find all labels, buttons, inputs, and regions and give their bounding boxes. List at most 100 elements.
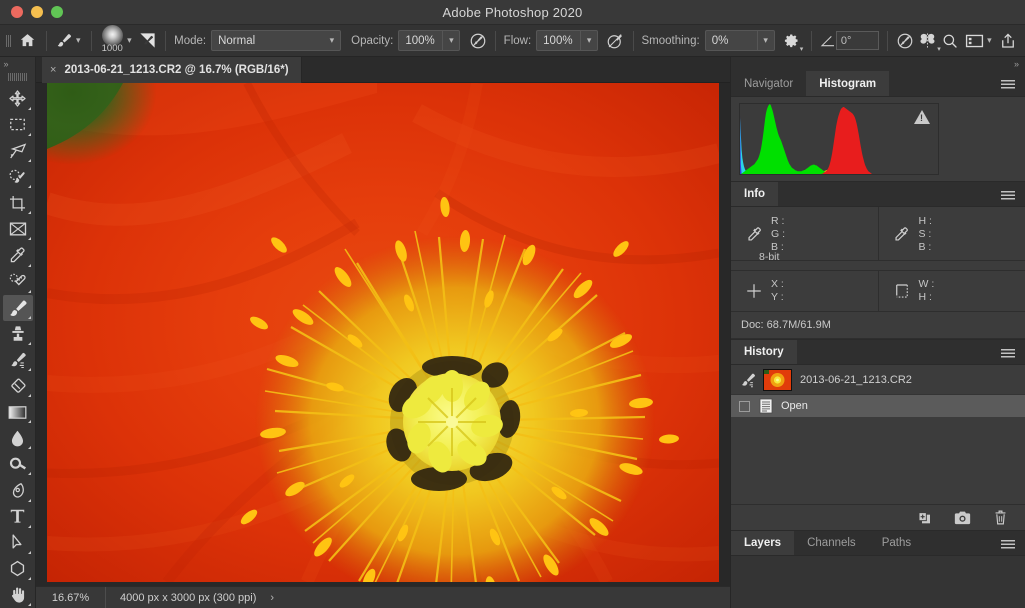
workspace-icon[interactable] bbox=[965, 29, 984, 53]
opacity-chevron-down-icon[interactable]: ▾ bbox=[442, 30, 461, 51]
zoom-level[interactable]: 16.67% bbox=[36, 586, 106, 608]
hand-tool[interactable] bbox=[3, 582, 33, 608]
history-panel-footer bbox=[731, 504, 1025, 530]
spot-healing-brush-tool[interactable] bbox=[3, 269, 33, 295]
panel-menu-icon[interactable] bbox=[999, 340, 1017, 366]
panel-menu-icon[interactable] bbox=[999, 71, 1017, 97]
tool-options-bar: ▾ 1000 ▾ Mode: Normal ▾ Opacity: 100% ▾ … bbox=[0, 24, 1025, 57]
smoothing-field[interactable]: Smoothing: 0% ▾ bbox=[642, 25, 775, 57]
gradient-tool[interactable] bbox=[3, 399, 33, 425]
shape-tool[interactable] bbox=[3, 556, 33, 582]
document-tab[interactable]: × 2013-06-21_1213.CR2 @ 16.7% (RGB/16*) bbox=[42, 57, 302, 83]
frame-tool[interactable] bbox=[3, 216, 33, 242]
tab-layers[interactable]: Layers bbox=[731, 531, 795, 555]
canvas-viewport[interactable] bbox=[36, 83, 730, 582]
rectangular-marquee-tool[interactable] bbox=[3, 112, 33, 138]
opacity-input[interactable]: 100% bbox=[398, 30, 443, 51]
crop-tool[interactable] bbox=[3, 190, 33, 216]
status-bar-chevron-right-icon[interactable]: › bbox=[270, 592, 274, 604]
panel-menu-icon[interactable] bbox=[999, 531, 1017, 557]
history-source-checkbox[interactable] bbox=[739, 400, 750, 412]
history-snapshot-thumbnail bbox=[763, 368, 792, 391]
panel-menu-icon[interactable] bbox=[999, 182, 1017, 208]
brush-settings-panel-icon[interactable] bbox=[138, 29, 157, 53]
image-canvas[interactable] bbox=[47, 83, 719, 582]
path-selection-tool[interactable] bbox=[3, 530, 33, 556]
type-tool[interactable] bbox=[3, 504, 33, 530]
butterfly-symmetry-icon[interactable]: ▾ bbox=[918, 29, 941, 53]
trash-icon[interactable] bbox=[991, 508, 1009, 528]
brush-angle-input[interactable]: 0° bbox=[835, 31, 879, 50]
history-state-open[interactable]: Open bbox=[731, 395, 1025, 417]
smoothing-label: Smoothing: bbox=[641, 34, 700, 47]
brush-preset-chevron-down-icon[interactable]: ▾ bbox=[73, 30, 83, 52]
object-selection-tool[interactable] bbox=[3, 164, 33, 190]
poppy-flower-image bbox=[47, 83, 719, 582]
eyedropper-tool[interactable] bbox=[3, 242, 33, 268]
histogram-chart bbox=[740, 104, 873, 174]
smoothing-input[interactable]: 0% bbox=[704, 30, 757, 51]
angle-icon bbox=[820, 29, 836, 53]
workspace-chevron-down-icon[interactable]: ▾ bbox=[984, 30, 994, 52]
share-icon[interactable] bbox=[998, 29, 1017, 53]
tab-info[interactable]: Info bbox=[731, 182, 779, 206]
history-brush-tool[interactable] bbox=[3, 347, 33, 373]
title-bar: Adobe Photoshop 2020 bbox=[0, 0, 1025, 25]
eraser-tool[interactable] bbox=[3, 373, 33, 399]
tab-channels[interactable]: Channels bbox=[794, 531, 869, 555]
flow-chevron-down-icon[interactable]: ▾ bbox=[580, 30, 599, 51]
blend-mode-label: Mode: bbox=[174, 34, 207, 47]
tab-paths[interactable]: Paths bbox=[868, 531, 925, 555]
pressure-for-opacity-icon[interactable] bbox=[468, 29, 487, 53]
pen-tool[interactable] bbox=[3, 477, 33, 503]
blend-mode-field[interactable]: Mode: Normal ▾ bbox=[174, 25, 342, 57]
flow-input[interactable]: 100% bbox=[536, 30, 581, 51]
smoothing-chevron-down-icon[interactable]: ▾ bbox=[756, 30, 775, 51]
opacity-value: 100% bbox=[405, 34, 435, 47]
dock-expand-icon[interactable]: » bbox=[731, 57, 1025, 71]
info-doc-size: Doc: 68.7M/61.9M bbox=[731, 312, 1025, 339]
pressure-for-size-icon[interactable] bbox=[896, 29, 915, 53]
divider bbox=[45, 30, 47, 51]
close-icon[interactable]: × bbox=[50, 64, 56, 76]
brush-preset-icon[interactable] bbox=[55, 29, 74, 53]
tools-panel-expand-icon[interactable]: » bbox=[0, 57, 36, 71]
smoothing-value: 0% bbox=[711, 34, 729, 47]
document-tab-title: 2013-06-21_1213.CR2 @ 16.7% (RGB/16*) bbox=[64, 64, 289, 76]
document-area: × 2013-06-21_1213.CR2 @ 16.7% (RGB/16*) bbox=[36, 57, 730, 608]
tab-history[interactable]: History bbox=[731, 340, 797, 364]
brush-settings-chevron-down-icon[interactable]: ▾ bbox=[124, 30, 134, 52]
history-snapshot-name: 2013-06-21_1213.CR2 bbox=[800, 373, 912, 386]
histogram-plot[interactable] bbox=[739, 103, 939, 175]
brush-size-preview[interactable]: 1000 bbox=[100, 24, 124, 56]
flow-field[interactable]: Flow: 100% ▾ bbox=[503, 25, 599, 57]
tab-navigator[interactable]: Navigator bbox=[731, 71, 807, 96]
search-icon[interactable] bbox=[941, 29, 960, 53]
options-bar-grip[interactable] bbox=[6, 30, 13, 51]
divider bbox=[494, 30, 496, 51]
blend-mode-select[interactable]: Normal ▾ bbox=[211, 30, 342, 51]
history-brush-icon[interactable] bbox=[739, 371, 763, 389]
tools-panel-grip[interactable] bbox=[7, 71, 28, 82]
blend-mode-value: Normal bbox=[218, 34, 256, 47]
tab-histogram[interactable]: Histogram bbox=[806, 71, 890, 96]
open-document-icon bbox=[759, 398, 781, 414]
info-geometry-readouts: X : Y : W : H : bbox=[731, 271, 1025, 312]
brush-tool[interactable] bbox=[2, 294, 33, 321]
flow-label: Flow: bbox=[503, 34, 532, 47]
gear-icon[interactable]: ▾ bbox=[783, 29, 803, 53]
history-snapshot-row[interactable]: 2013-06-21_1213.CR2 bbox=[731, 365, 1025, 395]
clone-stamp-tool[interactable] bbox=[3, 321, 33, 347]
move-tool[interactable] bbox=[3, 86, 33, 112]
info-h-row: H : bbox=[918, 291, 932, 303]
lasso-tool[interactable] bbox=[3, 138, 33, 164]
new-document-icon[interactable] bbox=[915, 508, 933, 528]
camera-icon[interactable] bbox=[953, 508, 971, 528]
blur-tool[interactable] bbox=[3, 425, 33, 451]
home-icon[interactable] bbox=[16, 29, 37, 53]
opacity-field[interactable]: Opacity: 100% ▾ bbox=[351, 25, 461, 57]
eyedropper-icon bbox=[889, 215, 915, 254]
cached-data-warning-icon[interactable] bbox=[914, 110, 930, 124]
dodge-tool[interactable] bbox=[3, 451, 33, 477]
airbrush-icon[interactable] bbox=[606, 29, 625, 53]
